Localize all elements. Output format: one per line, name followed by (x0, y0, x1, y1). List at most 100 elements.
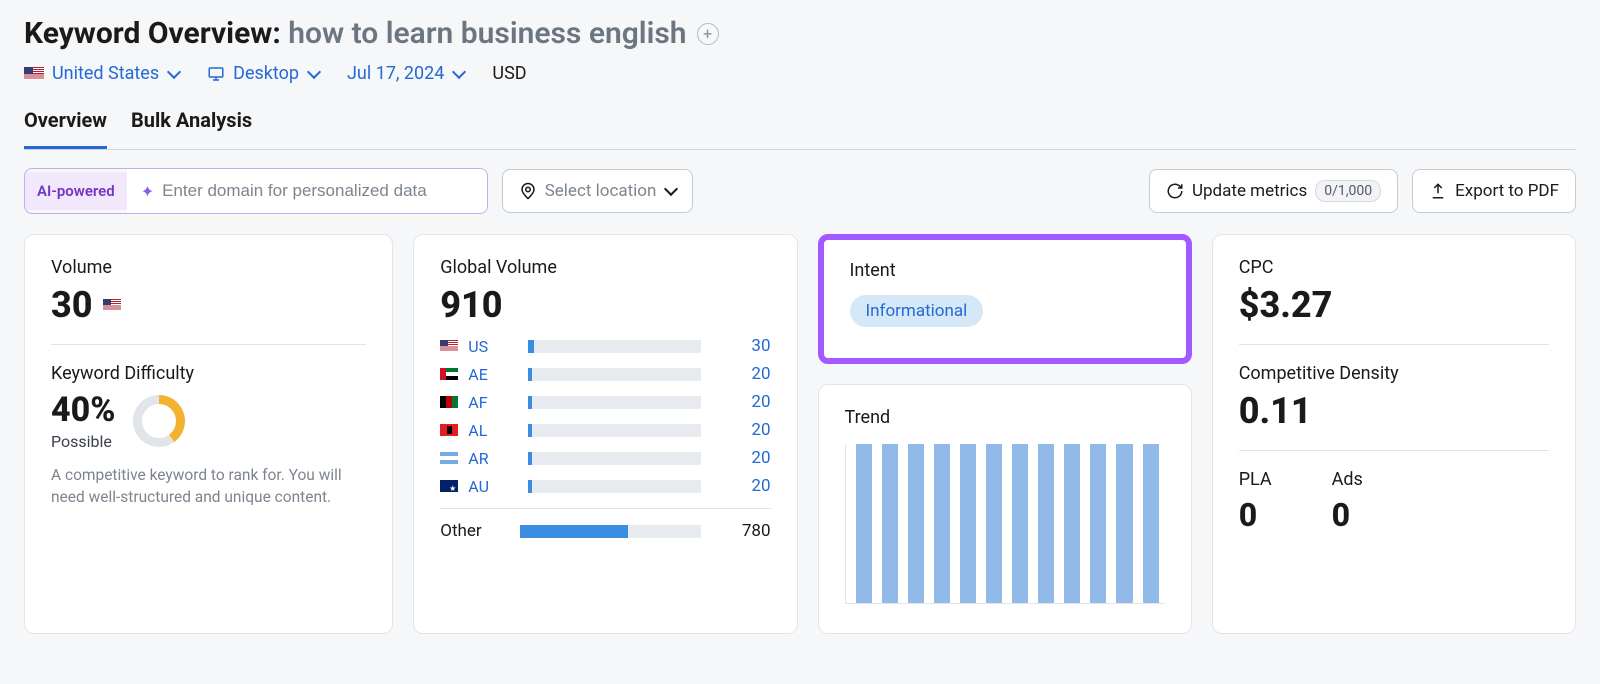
country-bar (528, 340, 700, 353)
trend-bar (986, 444, 1002, 603)
country-bar (528, 368, 700, 381)
trend-bar (1090, 444, 1106, 603)
ads-value: 0 (1332, 496, 1363, 534)
chevron-down-icon (452, 64, 466, 78)
trend-bar (1012, 444, 1028, 603)
country-code-link[interactable]: AR (468, 449, 504, 468)
country-volume-value: 20 (725, 476, 771, 496)
trend-bar (1064, 444, 1080, 603)
difficulty-label: Keyword Difficulty (51, 363, 366, 384)
refresh-icon (1166, 182, 1184, 200)
toolbar: AI-powered ✦ Select location Update metr… (24, 168, 1576, 214)
flag-al-icon (440, 424, 458, 436)
filter-country[interactable]: United States (24, 63, 179, 84)
location-pin-icon (519, 182, 537, 200)
difficulty-row: 40% Possible (51, 390, 366, 451)
page-title-row: Keyword Overview: how to learn business … (24, 16, 1576, 51)
select-location-button[interactable]: Select location (502, 169, 694, 213)
trend-bar (856, 444, 872, 603)
intent-card: Intent Informational (818, 234, 1192, 364)
country-code-link[interactable]: AF (468, 393, 504, 412)
filter-date-label: Jul 17, 2024 (347, 63, 444, 84)
update-metrics-label: Update metrics (1192, 181, 1307, 201)
filter-country-label: United States (52, 63, 159, 84)
competitive-value: 0.11 (1239, 390, 1549, 432)
ads-label: Ads (1332, 469, 1363, 490)
country-bar (528, 480, 700, 493)
tabs: Overview Bulk Analysis (24, 108, 1576, 150)
cpc-label: CPC (1239, 257, 1549, 278)
difficulty-value: 40% (51, 390, 115, 430)
intent-pill[interactable]: Informational (850, 295, 984, 327)
title-keyword: how to learn business english (288, 16, 686, 51)
volume-card: Volume 30 Keyword Difficulty 40% Possibl… (24, 234, 393, 634)
tab-bulk-analysis[interactable]: Bulk Analysis (131, 108, 252, 149)
difficulty-donut-icon (133, 395, 185, 447)
country-code-link[interactable]: AE (468, 365, 504, 384)
global-volume-value: 910 (440, 284, 770, 326)
volume-label: Volume (51, 257, 366, 278)
select-location-label: Select location (545, 181, 657, 201)
trend-bar (1143, 444, 1159, 603)
update-metrics-count: 0/1,000 (1315, 180, 1381, 202)
flag-au-icon (440, 480, 458, 492)
global-volume-row: US 30 (440, 336, 770, 356)
intent-label: Intent (850, 260, 1160, 281)
country-volume-value: 20 (725, 420, 771, 440)
difficulty-desc: A competitive keyword to rank for. You w… (51, 465, 366, 508)
trend-bar (960, 444, 976, 603)
global-volume-row: AL 20 (440, 420, 770, 440)
difficulty-sub: Possible (51, 432, 115, 451)
flag-us-icon (24, 67, 44, 80)
country-volume-value: 30 (725, 336, 771, 356)
country-bar (528, 452, 700, 465)
volume-value: 30 (51, 284, 93, 326)
chevron-down-icon (167, 64, 181, 78)
add-keyword-button[interactable]: + (697, 23, 719, 45)
flag-af-icon (440, 396, 458, 408)
intent-trend-column: Intent Informational Trend (818, 234, 1192, 634)
filter-date[interactable]: Jul 17, 2024 (347, 63, 464, 84)
chevron-down-icon (307, 64, 321, 78)
trend-label: Trend (845, 407, 1165, 428)
competitive-label: Competitive Density (1239, 363, 1549, 384)
export-pdf-button[interactable]: Export to PDF (1412, 169, 1576, 213)
trend-bar (934, 444, 950, 603)
filter-currency-label: USD (492, 63, 526, 84)
global-volume-label: Global Volume (440, 257, 770, 278)
global-volume-row: AF 20 (440, 392, 770, 412)
global-other-value: 780 (725, 521, 771, 541)
flag-ae-icon (440, 368, 458, 380)
global-other-label: Other (440, 521, 496, 541)
trend-bar (1116, 444, 1132, 603)
filter-device[interactable]: Desktop (207, 63, 319, 84)
cpc-card: CPC $3.27 Competitive Density 0.11 PLA 0… (1212, 234, 1576, 634)
country-bar (528, 396, 700, 409)
domain-input-wrapper[interactable]: ✦ (127, 169, 487, 213)
global-volume-card: Global Volume 910 US30AE20AF20AL20AR20AU… (413, 234, 797, 634)
country-volume-value: 20 (725, 364, 771, 384)
trend-chart (845, 444, 1165, 604)
pla-ads-row: PLA 0 Ads 0 (1239, 469, 1549, 534)
pla-block: PLA 0 (1239, 469, 1272, 534)
sparkle-icon: ✦ (141, 182, 154, 201)
update-metrics-button[interactable]: Update metrics 0/1,000 (1149, 169, 1398, 213)
pla-value: 0 (1239, 496, 1272, 534)
country-code-link[interactable]: AU (468, 477, 504, 496)
export-icon (1429, 182, 1447, 200)
country-code-link[interactable]: AL (468, 421, 504, 440)
country-code-link[interactable]: US (468, 337, 504, 356)
flag-ar-icon (440, 452, 458, 464)
cpc-value: $3.27 (1239, 284, 1549, 326)
ai-powered-badge: AI-powered (25, 172, 127, 210)
pla-label: PLA (1239, 469, 1272, 490)
trend-bar (882, 444, 898, 603)
country-volume-value: 20 (725, 392, 771, 412)
desktop-icon (207, 65, 225, 83)
trend-bar (1038, 444, 1054, 603)
tab-overview[interactable]: Overview (24, 108, 107, 149)
domain-input[interactable] (162, 181, 473, 201)
trend-card: Trend (818, 384, 1192, 634)
volume-value-row: 30 (51, 284, 366, 326)
global-volume-row: AU 20 (440, 476, 770, 496)
